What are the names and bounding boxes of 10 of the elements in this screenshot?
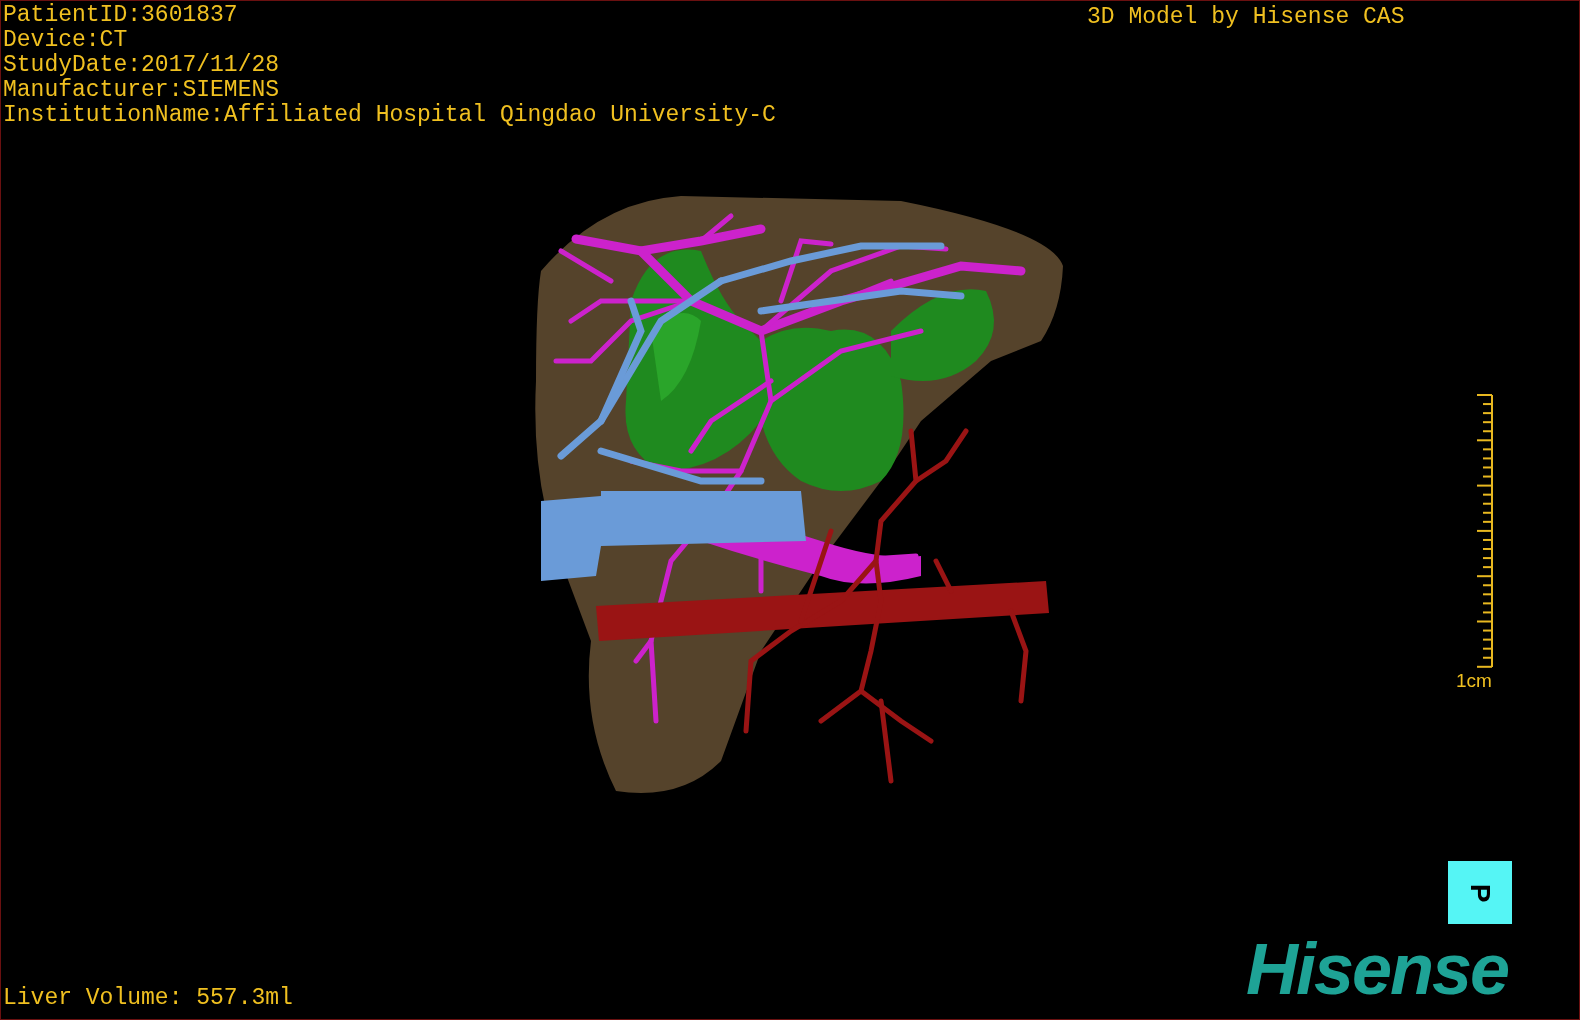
liver-volume-text: Liver Volume: 557.3ml — [3, 985, 293, 1011]
viewer-title: 3D Model by Hisense CAS — [1087, 4, 1405, 30]
scale-label: 1cm — [1456, 670, 1492, 692]
study-info-text: InstitutionName:Affiliated Hospital Qingdao University-C — [3, 103, 776, 128]
study-info-text: Manufacturer:SIEMENS — [3, 78, 281, 103]
study-info-text: PatientID:3601837 — [3, 3, 239, 28]
study-info-text: StudyDate:2017/11/28 — [3, 53, 281, 78]
study-info-text: Device:CT — [3, 28, 129, 53]
orientation-cube[interactable]: P — [1448, 861, 1512, 924]
logo: Hisense — [1246, 928, 1509, 1011]
